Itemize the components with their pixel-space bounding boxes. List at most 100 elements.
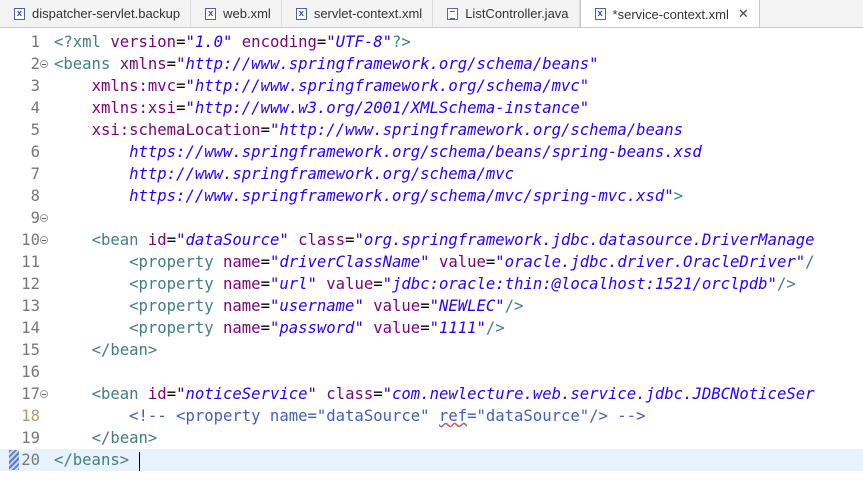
- code-token: ?>: [392, 33, 411, 51]
- code-line[interactable]: 16: [0, 361, 863, 383]
- code-token: "username": [269, 297, 364, 315]
- code-text: </bean>: [54, 427, 158, 449]
- code-token: xsi:schemaLocation: [91, 121, 261, 139]
- line-number: 1: [30, 33, 40, 51]
- code-line[interactable]: 11 <property name="driverClassName" valu…: [0, 251, 863, 273]
- code-token: "driverClassName": [269, 253, 430, 271]
- line-number: 2: [30, 55, 40, 73]
- code-line[interactable]: 4 xmlns:xsi="http://www.w3.org/2001/XMLS…: [0, 97, 863, 119]
- code-token: name: [223, 253, 261, 271]
- code-text: <bean id="dataSource" class="org.springf…: [54, 229, 815, 251]
- code-token: <?xml: [54, 33, 111, 51]
- fold-toggle-icon[interactable]: [40, 60, 48, 68]
- code-token: value: [438, 253, 486, 271]
- code-token: ref: [438, 407, 468, 425]
- code-token: =: [260, 297, 270, 315]
- code-token: <property: [129, 297, 223, 315]
- fold-toggle-icon[interactable]: [40, 390, 48, 398]
- xml-source-editor[interactable]: 1 <?xml version="1.0" encoding="UTF-8"?> 2…: [0, 28, 863, 498]
- code-line[interactable]: 3 xmlns:mvc="http://www.springframework.…: [0, 75, 863, 97]
- editor-tab[interactable]: ListController.java: [433, 0, 580, 27]
- code-token: <property: [129, 253, 223, 271]
- line-number: 3: [30, 77, 40, 95]
- code-token: "http://www.w3.org/2001/XMLSchema-instan…: [185, 99, 590, 117]
- code-token: =: [373, 385, 383, 403]
- code-line[interactable]: 10 <bean id="dataSource" class="org.spri…: [0, 229, 863, 251]
- code-text: xsi:schemaLocation="http://www.springfra…: [54, 119, 683, 141]
- editor-tab-label: web.xml: [223, 6, 271, 21]
- code-line[interactable]: 9: [0, 207, 863, 229]
- code-token: <bean: [91, 385, 148, 403]
- code-line[interactable]: 17 <bean id="noticeService" class="com.n…: [0, 383, 863, 405]
- code-line[interactable]: 20 </beans>: [0, 449, 863, 471]
- line-number: 5: [30, 121, 40, 139]
- xml-file-icon: x: [295, 7, 307, 20]
- code-text: <?xml version="1.0" encoding="UTF-8"?>: [54, 31, 411, 53]
- editor-tab[interactable]: x *service-context.xml ✕: [579, 0, 760, 27]
- code-token: <beans: [54, 55, 120, 73]
- editor-tab[interactable]: x web.xml: [191, 0, 282, 27]
- editor-tab[interactable]: x dispatcher-servlet.backup: [0, 0, 192, 27]
- code-token: value: [373, 319, 421, 337]
- close-tab-icon[interactable]: ✕: [738, 8, 749, 21]
- code-token: xmlns: [119, 55, 167, 73]
- code-token: "http://www.springframework.org/schema/m…: [185, 77, 590, 95]
- code-line[interactable]: 7 http://www.springframework.org/schema/…: [0, 163, 863, 185]
- code-token: class: [326, 385, 374, 403]
- fold-toggle-icon[interactable]: [40, 236, 48, 244]
- code-text: <!-- <property name="dataSource" ref="da…: [54, 405, 645, 427]
- code-token: </bean>: [91, 429, 158, 447]
- code-line[interactable]: 1 <?xml version="1.0" encoding="UTF-8"?>: [0, 31, 863, 53]
- xml-file-icon: x: [594, 8, 606, 20]
- code-line[interactable]: 6 https://www.springframework.org/schema…: [0, 141, 863, 163]
- code-line[interactable]: 18 <!-- <property name="dataSource" ref=…: [0, 405, 863, 427]
- code-token: "dataSource": [176, 231, 289, 249]
- code-token: />: [776, 275, 796, 293]
- code-token: =: [166, 385, 177, 403]
- code-text: xmlns:mvc="http://www.springframework.or…: [54, 75, 590, 97]
- code-token: =: [420, 297, 430, 315]
- code-token: =: [166, 55, 177, 73]
- code-token: class: [298, 231, 346, 249]
- code-line[interactable]: 19 </bean>: [0, 427, 863, 449]
- java-file-icon: [447, 7, 459, 20]
- code-text: <property name="driverClassName" value="…: [54, 251, 814, 273]
- code-line[interactable]: 5 xsi:schemaLocation="http://www.springf…: [0, 119, 863, 141]
- code-token: <property: [129, 319, 223, 337]
- code-token: =: [166, 231, 177, 249]
- code-token: "1.0": [185, 33, 233, 51]
- line-number: 20: [21, 451, 40, 469]
- editor-tab[interactable]: x servlet-context.xml: [282, 0, 434, 27]
- code-token: "UTF-8": [326, 33, 393, 51]
- code-line[interactable]: 13 <property name="username" value="NEWL…: [0, 295, 863, 317]
- code-token: "NEWLEC": [429, 297, 505, 315]
- code-line[interactable]: 14 <property name="password" value="1111…: [0, 317, 863, 339]
- code-text: <bean id="noticeService" class="com.newl…: [54, 383, 815, 405]
- code-line[interactable]: 12 <property name="url" value="jdbc:orac…: [0, 273, 863, 295]
- code-line[interactable]: 8 https://www.springframework.org/schema…: [0, 185, 863, 207]
- code-line[interactable]: 2 <beans xmlns="http://www.springframewor…: [0, 53, 863, 75]
- line-number: 8: [30, 187, 40, 205]
- code-token: />: [504, 297, 524, 315]
- code-token: "noticeService": [176, 385, 317, 403]
- fold-toggle-icon[interactable]: [40, 214, 48, 222]
- code-line[interactable]: 15 </bean>: [0, 339, 863, 361]
- line-number: 11: [21, 253, 40, 271]
- line-number: 14: [21, 319, 40, 337]
- code-text: xmlns:xsi="http://www.w3.org/2001/XMLSch…: [54, 97, 590, 119]
